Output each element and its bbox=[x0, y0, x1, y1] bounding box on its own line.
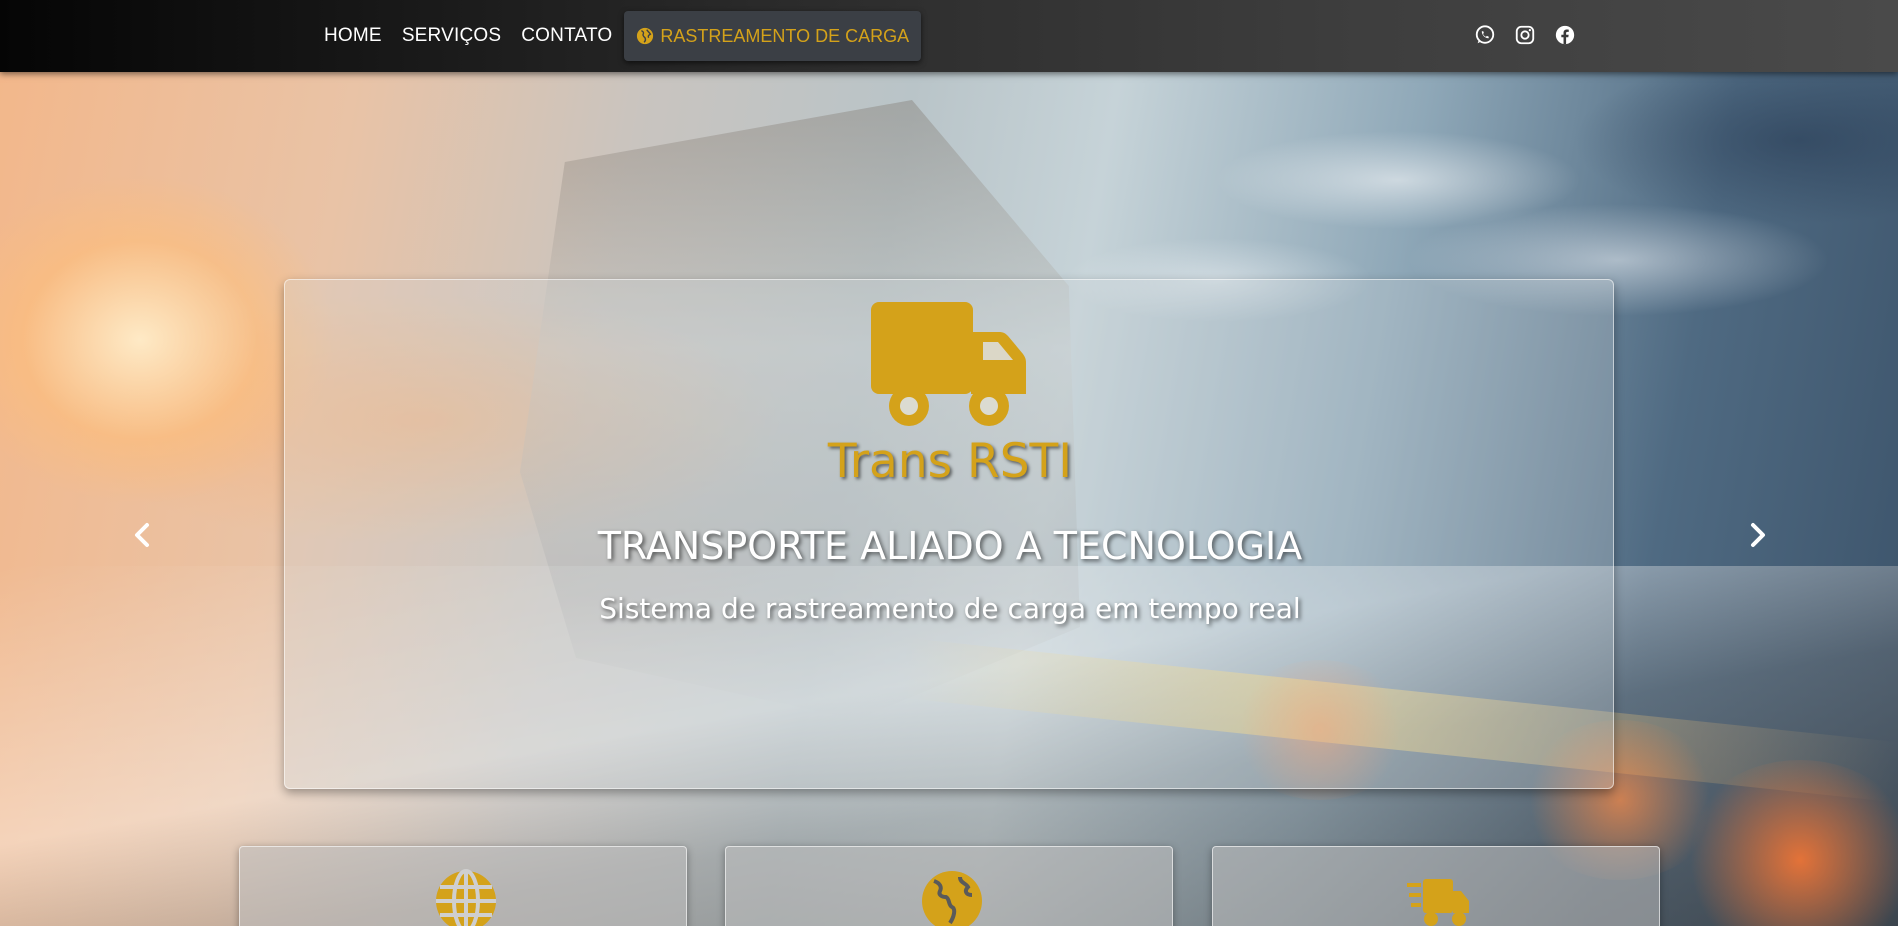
instagram-icon[interactable] bbox=[1514, 24, 1536, 46]
globe-americas-icon bbox=[922, 871, 982, 926]
cargo-tracking-button[interactable]: RASTREAMENTO DE CARGA bbox=[624, 11, 922, 61]
navbar: HOME SERVIÇOS CONTATO RASTREAMENTO DE CA… bbox=[0, 0, 1898, 72]
service-card-1 bbox=[239, 846, 687, 926]
facebook-icon[interactable] bbox=[1554, 24, 1576, 46]
chevron-left-icon[interactable] bbox=[128, 520, 158, 550]
chevron-right-icon[interactable] bbox=[1742, 520, 1772, 550]
globe-icon bbox=[436, 869, 496, 926]
service-card-2 bbox=[725, 846, 1173, 926]
hero-subline: Sistema de rastreamento de carga em temp… bbox=[599, 592, 1301, 625]
nav-services-link[interactable]: SERVIÇOS bbox=[392, 25, 511, 47]
nav-links: HOME SERVIÇOS CONTATO RASTREAMENTO DE CA… bbox=[314, 0, 922, 72]
service-card-3 bbox=[1212, 846, 1660, 926]
shipping-fast-icon bbox=[1407, 879, 1469, 926]
truck-icon bbox=[871, 302, 1026, 426]
cargo-tracking-label: RASTREAMENTO DE CARGA bbox=[660, 25, 910, 46]
brand-name: Trans RSTI bbox=[827, 434, 1073, 489]
social-links bbox=[1474, 24, 1576, 46]
nav-home-link[interactable]: HOME bbox=[314, 25, 392, 47]
hero-headline: TRANSPORTE ALIADO A TECNOLOGIA bbox=[597, 524, 1303, 568]
whatsapp-icon[interactable] bbox=[1474, 24, 1496, 46]
nav-contact-link[interactable]: CONTATO bbox=[511, 25, 622, 47]
globe-africa-icon bbox=[637, 27, 654, 45]
